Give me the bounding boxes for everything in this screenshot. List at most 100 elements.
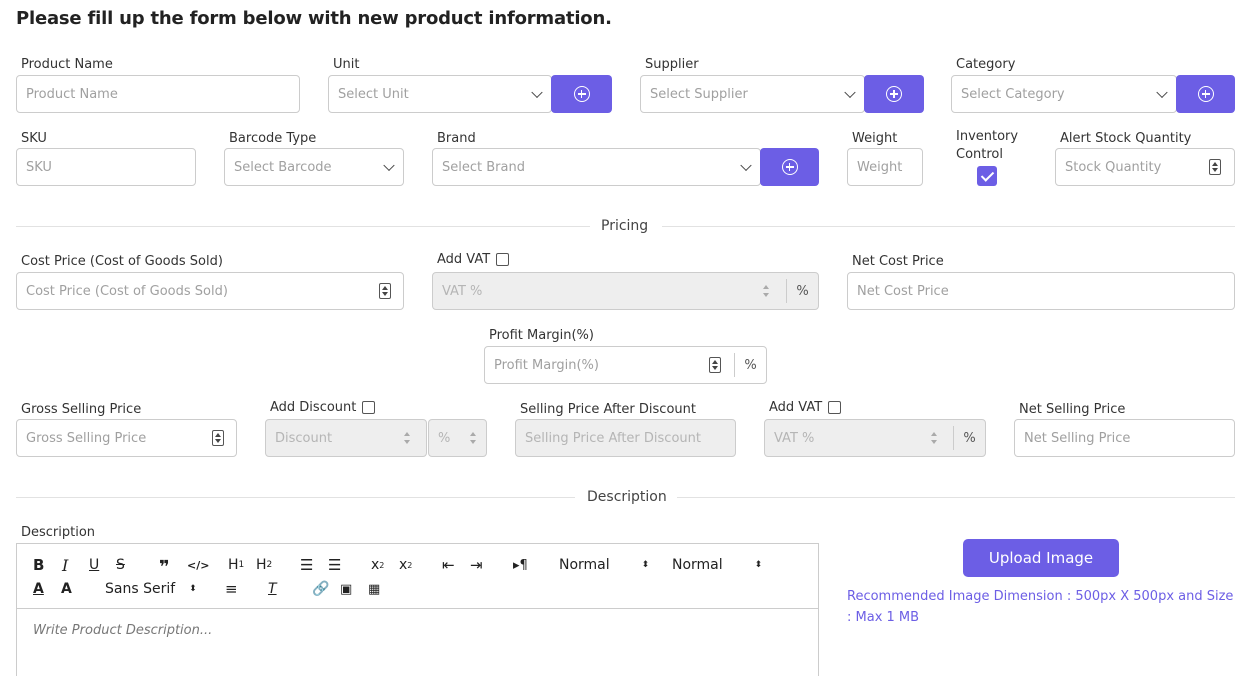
indent-icon[interactable]: ⇥ <box>470 556 483 574</box>
text-color-icon[interactable]: A <box>33 580 44 598</box>
chevron-down-icon <box>844 86 856 99</box>
add-supplier-button[interactable] <box>864 75 924 113</box>
image-icon[interactable]: ▣ <box>340 580 352 598</box>
description-editor[interactable]: Write Product Description... <box>16 608 819 676</box>
net-selling-label: Net Selling Price <box>1019 402 1126 417</box>
number-spinner-icon[interactable] <box>379 283 391 299</box>
chevron-down-icon <box>383 159 395 172</box>
number-spinner-icon[interactable] <box>212 430 224 446</box>
add-brand-button[interactable] <box>760 148 819 186</box>
font-picker-value: Sans Serif <box>105 581 176 597</box>
percent-addon: % <box>786 279 818 303</box>
picker-arrows-icon: ⬍ <box>754 560 763 570</box>
inventory-control-label-1: Inventory <box>956 129 1019 144</box>
number-spinner-icon[interactable] <box>1209 159 1221 175</box>
pricing-section-title: Pricing <box>601 218 649 234</box>
text-direction-icon[interactable]: ▸¶ <box>513 556 528 574</box>
ordered-list-icon[interactable]: ☰ <box>300 556 313 574</box>
add-discount-label-row: Add Discount <box>270 400 376 415</box>
pricing-divider-left <box>16 226 590 227</box>
percent-addon: % <box>953 426 985 450</box>
product-name-input[interactable]: Product Name <box>16 75 300 113</box>
unit-select[interactable]: Select Unit <box>328 75 552 113</box>
product-name-label: Product Name <box>21 57 113 72</box>
number-spinner-icon <box>761 283 773 299</box>
cost-price-label: Cost Price (Cost of Goods Sold) <box>21 254 223 269</box>
profit-margin-input[interactable]: Profit Margin(%) % <box>484 346 767 384</box>
align-icon[interactable]: ≡ <box>225 580 238 598</box>
brand-select-value: Select Brand <box>442 159 525 175</box>
barcode-select[interactable]: Select Barcode <box>224 148 404 186</box>
add-category-button[interactable] <box>1176 75 1235 113</box>
gross-selling-placeholder: Gross Selling Price <box>26 430 147 446</box>
subscript-icon[interactable]: x2 <box>371 556 384 574</box>
size-picker-2-value: Normal <box>672 557 723 573</box>
discount-type-select: % <box>428 419 487 457</box>
net-cost-input[interactable]: Net Cost Price <box>847 272 1235 310</box>
cost-price-input[interactable]: Cost Price (Cost of Goods Sold) <box>16 272 404 310</box>
bullet-list-icon[interactable]: ☰ <box>328 556 341 574</box>
chevron-down-icon <box>1156 86 1168 99</box>
vat2-percent-input: VAT % % <box>764 419 986 457</box>
description-divider-left <box>16 497 575 498</box>
superscript-icon[interactable]: x2 <box>399 556 412 574</box>
alert-stock-placeholder: Stock Quantity <box>1065 159 1162 175</box>
brand-label: Brand <box>437 131 476 146</box>
description-placeholder: Write Product Description... <box>33 623 213 638</box>
font-picker[interactable]: Sans Serif ⬍ <box>105 580 197 598</box>
upload-image-button[interactable]: Upload Image <box>963 539 1119 577</box>
description-section-title: Description <box>587 489 667 505</box>
link-icon[interactable]: 🔗 <box>312 580 329 598</box>
heading1-icon[interactable]: H1 <box>228 556 244 574</box>
chevron-down-icon <box>468 430 480 446</box>
blockquote-icon[interactable]: ❞ <box>159 557 170 578</box>
sku-input[interactable]: SKU <box>16 148 196 186</box>
page-title: Please fill up the form below with new p… <box>16 8 612 29</box>
gross-selling-input[interactable]: Gross Selling Price <box>16 419 237 457</box>
add-unit-button[interactable] <box>551 75 612 113</box>
inventory-control-checkbox[interactable] <box>977 166 997 186</box>
number-spinner-icon[interactable] <box>709 357 721 373</box>
size-picker-1-value: Normal <box>559 557 610 573</box>
video-icon[interactable]: ▦ <box>368 580 380 598</box>
strikethrough-icon[interactable]: S <box>116 556 125 574</box>
after-discount-input: Selling Price After Discount <box>515 419 736 457</box>
background-color-icon[interactable]: A <box>61 580 72 598</box>
plus-circle-icon <box>781 159 798 175</box>
add-vat-checkbox[interactable] <box>496 253 510 266</box>
vat-percent-placeholder: VAT % <box>442 283 483 299</box>
heading2-icon[interactable]: H2 <box>256 556 272 574</box>
vat2-percent-placeholder: VAT % <box>774 430 815 446</box>
plus-circle-icon <box>886 86 902 102</box>
code-icon[interactable]: </> <box>187 556 209 574</box>
alert-stock-input[interactable]: Stock Quantity <box>1055 148 1235 186</box>
category-select[interactable]: Select Category <box>951 75 1177 113</box>
picker-arrows-icon: ⬍ <box>641 560 650 570</box>
underline-icon[interactable]: U <box>89 556 99 574</box>
size-picker-2[interactable]: Normal ⬍ <box>672 556 762 574</box>
add-discount-checkbox[interactable] <box>362 401 376 414</box>
discount-type-value: % <box>438 430 451 446</box>
after-discount-label: Selling Price After Discount <box>520 402 696 417</box>
italic-icon[interactable]: I <box>62 556 68 575</box>
description-label: Description <box>21 525 96 540</box>
outdent-icon[interactable]: ⇤ <box>442 556 455 574</box>
alert-stock-label: Alert Stock Quantity <box>1060 131 1192 146</box>
profit-margin-placeholder: Profit Margin(%) <box>494 357 599 373</box>
barcode-label: Barcode Type <box>229 131 317 146</box>
add-discount-label: Add Discount <box>270 400 357 415</box>
add-vat2-checkbox[interactable] <box>828 401 842 414</box>
supplier-select[interactable]: Select Supplier <box>640 75 865 113</box>
supplier-label: Supplier <box>645 57 699 72</box>
weight-input[interactable]: Weight <box>847 148 923 186</box>
size-picker-1[interactable]: Normal ⬍ <box>559 556 649 574</box>
bold-icon[interactable]: B <box>33 556 44 574</box>
net-selling-input[interactable]: Net Selling Price <box>1014 419 1235 457</box>
picker-arrows-icon: ⬍ <box>189 584 197 594</box>
chevron-down-icon <box>740 159 752 172</box>
pricing-divider-right <box>662 226 1235 227</box>
brand-select[interactable]: Select Brand <box>432 148 761 186</box>
percent-addon: % <box>734 353 766 377</box>
unit-select-value: Select Unit <box>338 86 409 102</box>
clear-format-icon[interactable]: T <box>268 580 277 598</box>
